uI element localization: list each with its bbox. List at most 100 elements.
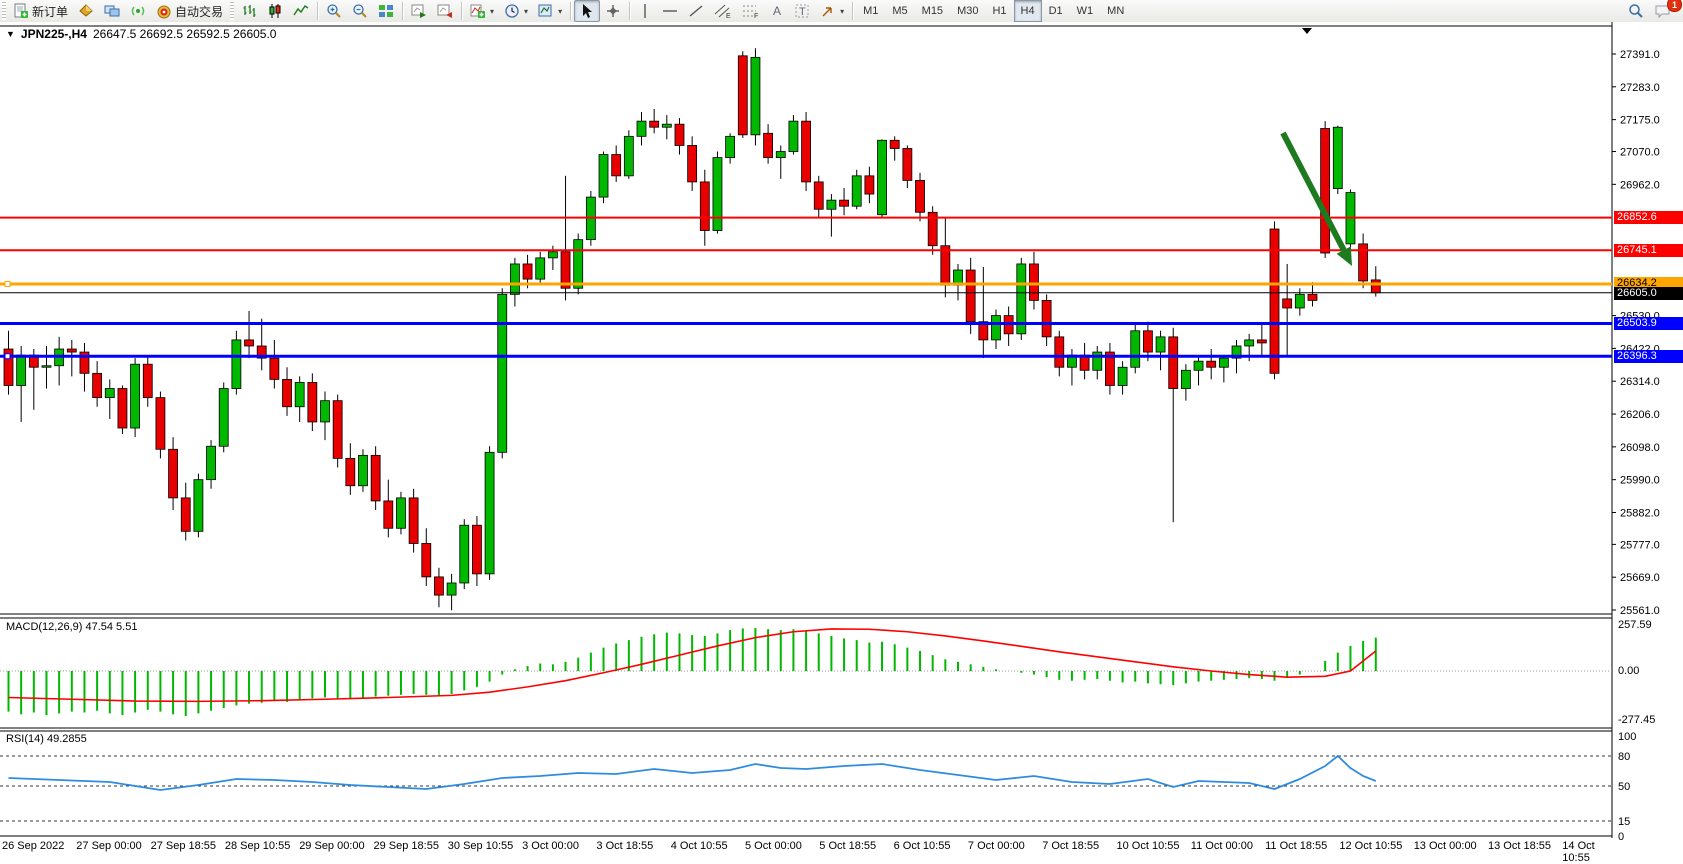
candle-bullish [1295, 294, 1304, 308]
text-tool[interactable]: A [765, 0, 789, 22]
time-axis-label: 29 Sep 00:00 [299, 840, 364, 852]
candle-bullish [789, 121, 798, 151]
line-chart-icon [293, 3, 309, 19]
zoom-in-button[interactable] [321, 0, 347, 22]
cursor-icon [579, 3, 595, 19]
support-price-label: 26396.3 [1614, 350, 1683, 363]
text-label-icon: T [794, 3, 810, 19]
candle-bullish [295, 382, 304, 406]
horizontal-line-icon [662, 3, 678, 19]
candle-bullish [827, 200, 836, 209]
time-axis-label: 3 Oct 18:55 [596, 840, 653, 852]
auto-scroll-icon [411, 3, 427, 19]
new-order-label: 新订单 [32, 3, 68, 20]
price-tick-label: 26314.0 [1620, 376, 1660, 388]
candle-bullish [194, 480, 203, 532]
timeframe-w1[interactable]: W1 [1070, 0, 1101, 22]
price-tick-label: 25669.0 [1620, 572, 1660, 584]
toolbar-grip[interactable] [230, 2, 234, 20]
candle-bullish [219, 389, 228, 447]
rsi-indicator-label: RSI(14) 49.2855 [6, 733, 87, 745]
chart-window[interactable]: 27391.027283.027175.027070.026962.026530… [0, 22, 1683, 854]
auto-trading-button[interactable]: 自动交易 [151, 0, 228, 22]
timeframe-d1[interactable]: D1 [1042, 0, 1070, 22]
candle-bearish [283, 379, 292, 406]
time-axis-label: 3 Oct 00:00 [522, 840, 579, 852]
line-chart-button[interactable] [288, 0, 314, 22]
signals-button[interactable] [125, 0, 151, 22]
chart-canvas[interactable]: 27391.027283.027175.027070.026962.026530… [0, 22, 1683, 854]
line-drag-handle[interactable] [5, 354, 10, 359]
fibonacci-tool[interactable]: F [737, 0, 765, 22]
toolbar-grip[interactable] [2, 2, 6, 20]
vertical-line-tool[interactable] [633, 0, 657, 22]
timeframe-m30[interactable]: M30 [950, 0, 985, 22]
line-drag-handle[interactable] [5, 281, 10, 286]
symbol-dropdown-icon[interactable]: ▼ [6, 29, 15, 39]
indicators-button[interactable]: ▾ [465, 0, 499, 22]
timeframe-m15[interactable]: M15 [915, 0, 950, 22]
candle-bearish [890, 140, 899, 148]
candle-bullish [624, 136, 633, 175]
templates-button[interactable]: ▾ [533, 0, 567, 22]
search-button[interactable] [1623, 0, 1649, 22]
timeframe-mn[interactable]: MN [1100, 0, 1131, 22]
market-watch-button[interactable] [73, 0, 99, 22]
new-order-button[interactable]: 新订单 [8, 0, 73, 22]
time-axis-label: 13 Oct 00:00 [1414, 840, 1477, 852]
cursor-tool-button[interactable] [574, 0, 600, 22]
terminal-button[interactable] [99, 0, 125, 22]
horizontal-line-tool[interactable] [657, 0, 683, 22]
fibonacci-icon: F [742, 3, 760, 19]
rsi-tick-label: 100 [1618, 731, 1636, 743]
candle-bearish [1371, 280, 1380, 293]
channel-tool[interactable]: E [709, 0, 737, 22]
text-icon: A [770, 3, 784, 19]
periods-button[interactable]: ▾ [499, 0, 533, 22]
toolbar-separator [461, 2, 462, 20]
candlestick-chart-button[interactable] [262, 0, 288, 22]
candle-bearish [612, 155, 621, 176]
text-label-tool[interactable]: T [789, 0, 815, 22]
toolbar-separator [402, 2, 403, 20]
price-tick-label: 27175.0 [1620, 115, 1660, 127]
rsi-tick-label: 15 [1618, 816, 1630, 828]
price-tick-label: 27070.0 [1620, 147, 1660, 159]
svg-text:E: E [726, 13, 731, 19]
bar-chart-button[interactable] [236, 0, 262, 22]
auto-scroll-button[interactable] [406, 0, 432, 22]
timeframe-m1[interactable]: M1 [856, 0, 885, 22]
candle-bullish [1219, 358, 1228, 367]
candle-bearish [93, 373, 102, 397]
timeframe-m5[interactable]: M5 [885, 0, 914, 22]
crosshair-tool-button[interactable] [600, 0, 626, 22]
candle-bearish [308, 382, 317, 421]
candle-bearish [523, 264, 532, 279]
price-tick-label: 25990.0 [1620, 475, 1660, 487]
candle-bearish [434, 577, 443, 595]
crosshair-icon [605, 3, 621, 19]
zoom-out-button[interactable] [347, 0, 373, 22]
rsi-tick-label: 0 [1618, 831, 1624, 843]
rsi-line [9, 756, 1376, 790]
macd-indicator-label: MACD(12,26,9) 47.54 5.51 [6, 621, 137, 633]
resistance-price-label: 26852.6 [1614, 211, 1683, 224]
candle-bearish [409, 498, 418, 544]
chat-button[interactable]: 1 [1649, 0, 1677, 22]
timeframe-h1[interactable]: H1 [985, 0, 1013, 22]
time-axis-label: 14 Oct 10:55 [1562, 840, 1612, 864]
time-axis-label: 26 Sep 2022 [2, 840, 64, 852]
candle-bearish [1321, 128, 1330, 253]
toolbar-separator [629, 2, 630, 20]
candle-bearish [700, 182, 709, 231]
candle-bearish [181, 498, 190, 531]
time-axis-label: 6 Oct 10:55 [894, 840, 951, 852]
arrows-tool[interactable]: ▾ [815, 0, 849, 22]
macd-tick-label: 257.59 [1618, 619, 1652, 631]
vertical-line-icon [638, 3, 652, 19]
chart-shift-marker[interactable] [1302, 28, 1312, 34]
tile-windows-button[interactable] [373, 0, 399, 22]
timeframe-h4[interactable]: H4 [1014, 0, 1042, 22]
trendline-tool[interactable] [683, 0, 709, 22]
chart-shift-button[interactable] [432, 0, 458, 22]
